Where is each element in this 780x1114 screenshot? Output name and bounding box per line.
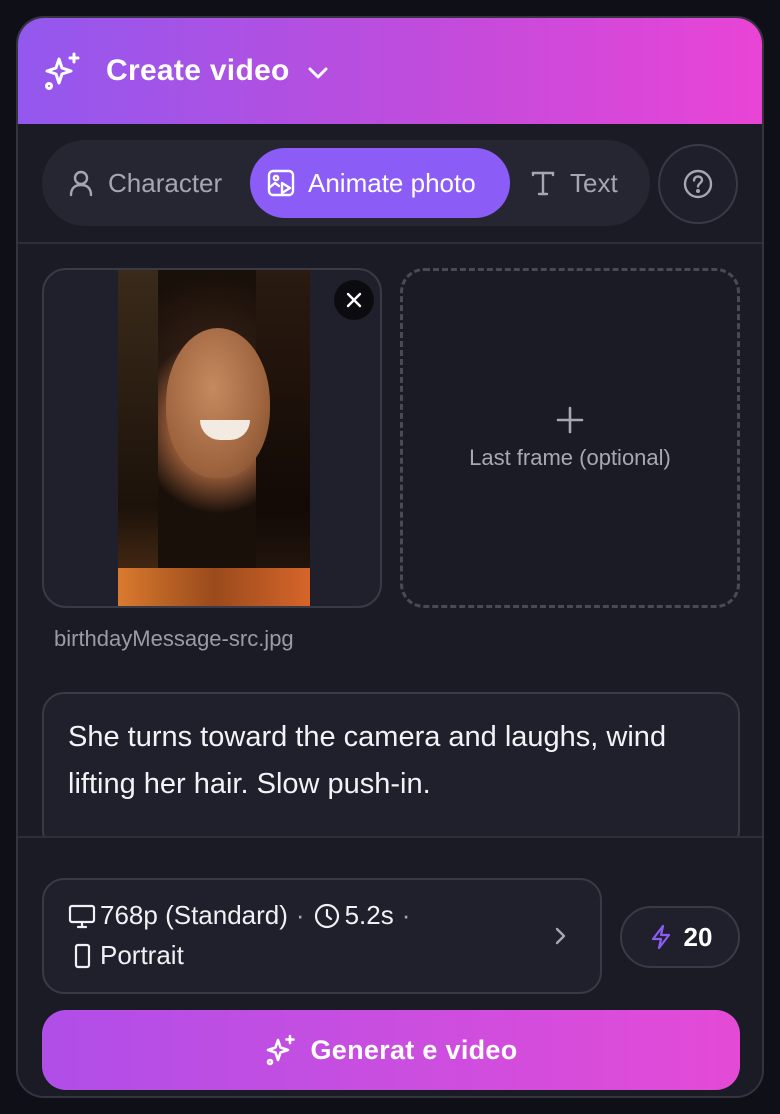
chevron-right-icon	[555, 927, 566, 945]
orientation-value: Portrait	[100, 940, 184, 970]
last-frame-label: Last frame (optional)	[469, 445, 671, 470]
photo-filename: birthdayMessage-src.jpg	[54, 626, 294, 651]
settings-row-quality: 768p (Standard) · 5.2s ·	[68, 900, 418, 931]
settings-row-orientation: Portrait	[68, 940, 184, 971]
uploaded-photo	[118, 270, 310, 606]
create-video-panel: Create video Character Animate photo Tex…	[16, 16, 764, 1098]
text-icon	[531, 171, 555, 196]
video-settings-button[interactable]: 768p (Standard) · 5.2s · Portrait	[42, 878, 602, 994]
generate-label: Generat e video	[310, 1034, 518, 1065]
last-frame-dropzone[interactable]: Last frame (optional)	[400, 268, 740, 608]
clock-icon	[314, 903, 339, 928]
separator: ·	[401, 900, 411, 930]
footer: 768p (Standard) · 5.2s · Portrait 20 Gen…	[18, 836, 762, 1096]
duration-value: 5.2s	[344, 900, 394, 930]
user-icon	[69, 170, 93, 197]
sparkles-icon	[45, 52, 80, 90]
divider	[18, 242, 762, 244]
resolution-value: 768p (Standard)	[100, 900, 288, 930]
chevron-down-icon[interactable]	[304, 59, 332, 87]
plus-icon	[556, 406, 584, 434]
prompt-input[interactable]: She turns toward the camera and laughs, …	[42, 692, 740, 852]
credits-value: 20	[683, 921, 713, 952]
help-button[interactable]	[658, 144, 738, 224]
image-play-icon	[267, 169, 295, 197]
phone-portrait-icon	[74, 943, 91, 968]
remove-photo-button[interactable]	[334, 280, 374, 320]
footer-divider	[18, 836, 762, 838]
tab-character[interactable]: Character	[66, 148, 222, 218]
panel-title: Create video	[106, 54, 290, 87]
sparkles-icon	[267, 1034, 296, 1066]
first-frame-card[interactable]	[42, 268, 382, 608]
tab-animate-photo-label: Animate photo	[308, 167, 476, 198]
credits-badge[interactable]: 20	[620, 906, 740, 968]
panel-header[interactable]: Create video	[18, 18, 762, 124]
help-circle-icon	[683, 169, 713, 199]
generate-video-button[interactable]: Generat e video	[42, 1010, 740, 1090]
tab-animate-photo[interactable]: Animate photo	[250, 148, 510, 218]
tab-text[interactable]: Text	[528, 148, 618, 218]
tab-character-label: Character	[108, 167, 223, 198]
lightning-icon	[651, 924, 670, 950]
monitor-icon	[68, 904, 96, 928]
close-icon	[346, 292, 362, 308]
tab-text-label: Text	[570, 167, 618, 198]
separator: ·	[295, 900, 305, 930]
mode-selector: Character Animate photo Text	[42, 140, 650, 226]
